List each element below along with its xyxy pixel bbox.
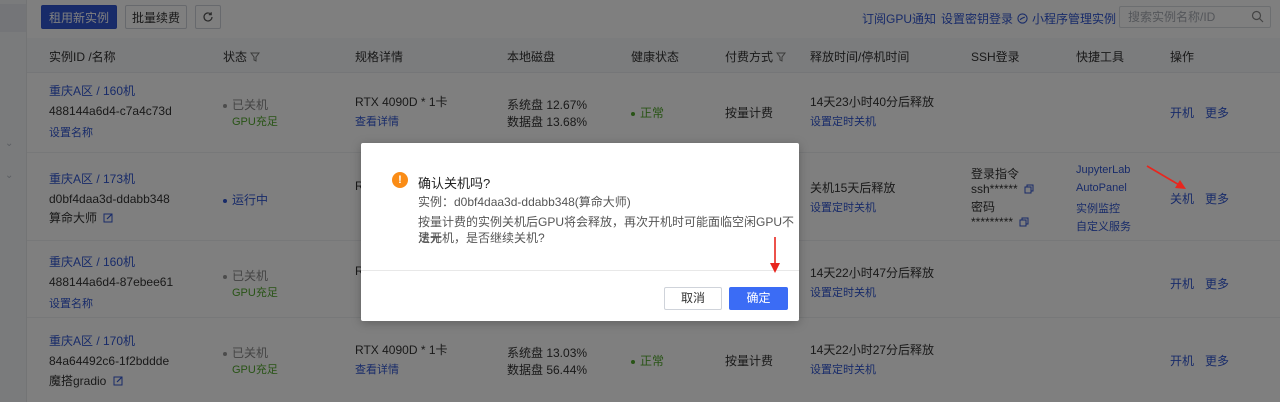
dialog-title: 确认关机吗? — [418, 176, 491, 191]
warning-icon: ! — [392, 172, 408, 188]
confirm-shutdown-dialog: ! 确认关机吗? 实例：d0bf4daa3d-ddabb348(算命大师) 按量… — [361, 143, 799, 321]
dialog-instance-line: 实例：d0bf4daa3d-ddabb348(算命大师) — [418, 195, 631, 209]
dialog-divider — [361, 270, 799, 271]
dialog-message-line-2: 法开机，是否继续关机? — [418, 231, 545, 245]
confirm-button[interactable]: 确定 — [729, 287, 788, 310]
cancel-button[interactable]: 取消 — [664, 287, 722, 310]
